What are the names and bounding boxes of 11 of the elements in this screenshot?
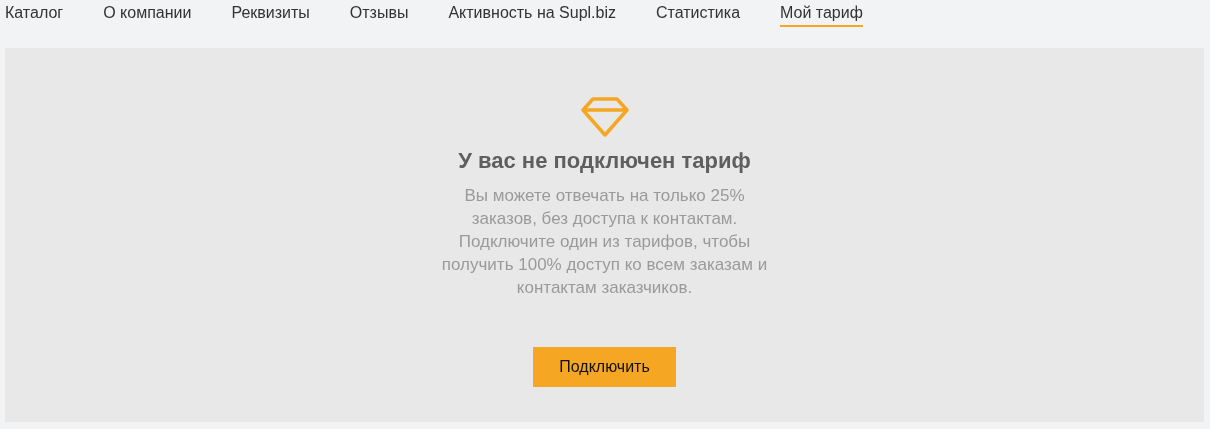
nav-tab[interactable]: Статистика <box>656 4 741 27</box>
notice-text: Вы можете отвечать на только 25% заказов, без доступа к контактам. Подключите один из тарифов, чтобы получить 100% доступ ко всем заказам и контактам заказчиков. <box>440 185 769 299</box>
nav-tab[interactable]: Реквизиты <box>231 4 310 27</box>
nav-tab[interactable]: Активность на Supl.biz <box>448 4 616 27</box>
diamond-icon <box>579 96 630 138</box>
notice-title: У вас не подключен тариф <box>458 148 751 174</box>
nav-tab[interactable]: Мой тариф <box>780 4 863 27</box>
nav-tab[interactable]: Отзывы <box>349 4 409 27</box>
nav-tab[interactable]: Каталог <box>5 4 64 27</box>
nav-tab[interactable]: О компании <box>103 4 192 27</box>
connect-button[interactable]: Подключить <box>533 347 676 387</box>
